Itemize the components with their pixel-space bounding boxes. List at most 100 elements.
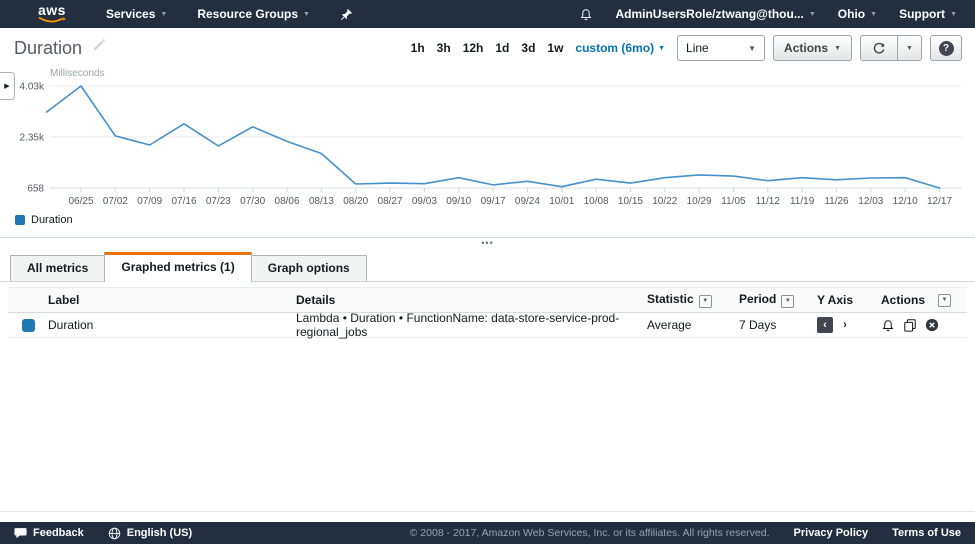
aws-logo[interactable]: aws <box>38 4 68 24</box>
duration-line-chart[interactable]: 4.03k2.35k658Milliseconds06/2507/0207/09… <box>0 66 975 211</box>
support-label: Support <box>899 7 945 21</box>
svg-text:10/29: 10/29 <box>687 196 712 207</box>
svg-text:07/02: 07/02 <box>103 196 128 207</box>
range-1h[interactable]: 1h <box>411 41 425 55</box>
chevron-down-icon: ▼ <box>160 11 167 18</box>
duplicate-metric-icon[interactable] <box>903 318 917 332</box>
svg-text:07/30: 07/30 <box>240 196 265 207</box>
tab-all-metrics[interactable]: All metrics <box>10 255 105 281</box>
graph-header-row: Duration 1h 3h 12h 1d 3d 1w custom (6mo)… <box>0 30 975 66</box>
svg-text:07/16: 07/16 <box>172 196 197 207</box>
create-alarm-bell-icon[interactable] <box>881 318 895 333</box>
chart-type-value: Line <box>686 41 709 55</box>
edit-all-period-icon[interactable]: ▼ <box>781 295 794 308</box>
metrics-tabbar: All metrics Graphed metrics (1) Graph op… <box>0 253 975 282</box>
column-actions: Actions ▼ <box>881 293 967 307</box>
edit-all-actions-icon[interactable]: ▼ <box>938 294 951 307</box>
chevron-down-icon: ▼ <box>303 11 310 18</box>
svg-text:Milliseconds: Milliseconds <box>50 68 104 79</box>
refresh-options-button[interactable]: ▼ <box>898 35 922 61</box>
chart-type-select[interactable]: Line ▼ <box>677 35 765 61</box>
services-label: Services <box>106 7 155 21</box>
range-1d[interactable]: 1d <box>495 41 509 55</box>
tab-graph-options[interactable]: Graph options <box>251 255 367 281</box>
chevron-down-icon: ▼ <box>906 45 913 52</box>
edit-all-statistic-icon[interactable]: ▼ <box>699 295 712 308</box>
column-label: Label <box>48 293 296 307</box>
privacy-policy-link[interactable]: Privacy Policy <box>794 527 869 539</box>
language-label: English (US) <box>127 527 192 539</box>
chevron-down-icon: ▼ <box>748 44 756 53</box>
pinned-shortcut-icon[interactable] <box>340 8 353 21</box>
table-header-row: Label Details Statistic▼ Period▼ Y Axis … <box>8 287 967 313</box>
notifications-bell-icon[interactable] <box>579 7 593 22</box>
svg-text:09/03: 09/03 <box>412 196 437 207</box>
language-selector[interactable]: English (US) <box>108 527 192 540</box>
chart-legend[interactable]: Duration <box>15 214 73 226</box>
refresh-icon <box>872 41 886 55</box>
svg-text:12/10: 12/10 <box>893 196 918 207</box>
tab-graphed-metrics[interactable]: Graphed metrics (1) <box>104 252 251 282</box>
remove-metric-icon[interactable] <box>925 318 939 332</box>
column-y-axis: Y Axis <box>817 293 881 307</box>
graphed-metrics-panel: Label Details Statistic▼ Period▼ Y Axis … <box>0 282 975 512</box>
svg-text:4.03k: 4.03k <box>20 82 45 93</box>
chevron-down-icon: ▼ <box>834 45 841 52</box>
edit-title-pencil-icon[interactable] <box>92 39 105 57</box>
feedback-label: Feedback <box>33 527 84 539</box>
column-period-label: Period <box>739 292 776 306</box>
svg-text:10/01: 10/01 <box>549 196 574 207</box>
account-label: AdminUsersRole/ztwang@thou... <box>615 7 803 21</box>
cloudwatch-metrics-page: aws Services ▼ Resource Groups ▼ <box>0 0 975 544</box>
metric-details-cell: Lambda • Duration • FunctionName: data-s… <box>296 311 647 339</box>
graph-title: Duration <box>14 38 82 59</box>
svg-text:10/08: 10/08 <box>584 196 609 207</box>
range-1w[interactable]: 1w <box>547 41 563 55</box>
refresh-button[interactable] <box>860 35 898 61</box>
range-3d[interactable]: 3d <box>521 41 535 55</box>
metric-label-cell: Duration <box>48 318 296 332</box>
custom-range-dropdown[interactable]: custom (6mo) ▼ <box>575 41 665 55</box>
actions-button[interactable]: Actions ▼ <box>773 35 852 61</box>
metric-period-cell[interactable]: 7 Days <box>739 318 817 332</box>
page-footer: Feedback English (US) © 2008 - 2017, Ama… <box>0 522 975 544</box>
row-checkbox-cell <box>8 319 48 332</box>
chevron-down-icon: ▼ <box>809 11 816 18</box>
svg-text:12/03: 12/03 <box>858 196 883 207</box>
time-range-links: 1h 3h 12h 1d 3d 1w custom (6mo) ▼ <box>411 41 665 55</box>
svg-text:11/19: 11/19 <box>790 196 815 207</box>
chevron-down-icon: ▼ <box>870 11 877 18</box>
svg-text:07/23: 07/23 <box>206 196 231 207</box>
legend-color-swatch <box>15 215 25 225</box>
svg-text:09/24: 09/24 <box>515 196 540 207</box>
top-nav-right: AdminUsersRole/ztwang@thou... ▼ Ohio ▼ S… <box>579 7 957 22</box>
region-menu[interactable]: Ohio ▼ <box>838 7 877 21</box>
column-details: Details <box>296 293 647 307</box>
svg-text:09/10: 09/10 <box>446 196 471 207</box>
feedback-button[interactable]: Feedback <box>14 527 84 539</box>
copyright-text: © 2008 - 2017, Amazon Web Services, Inc.… <box>410 527 770 539</box>
column-statistic-label: Statistic <box>647 292 694 306</box>
y-axis-left-button[interactable]: ‹ <box>817 317 833 333</box>
support-menu[interactable]: Support ▼ <box>899 7 957 21</box>
range-3h[interactable]: 3h <box>437 41 451 55</box>
legend-label: Duration <box>31 214 73 226</box>
resource-groups-menu[interactable]: Resource Groups ▼ <box>197 7 310 21</box>
services-menu[interactable]: Services ▼ <box>106 7 167 21</box>
column-actions-label: Actions <box>881 293 925 307</box>
region-label: Ohio <box>838 7 865 21</box>
help-button[interactable]: ? <box>930 35 962 61</box>
resize-drag-handle[interactable]: ••• <box>481 239 493 248</box>
svg-text:2.35k: 2.35k <box>20 132 45 143</box>
metric-color-checkbox[interactable] <box>22 319 35 332</box>
y-axis-right-button[interactable]: › <box>837 317 853 333</box>
aws-smile-icon <box>38 16 66 25</box>
account-menu[interactable]: AdminUsersRole/ztwang@thou... ▼ <box>615 7 815 21</box>
refresh-split-button: ▼ <box>860 35 922 61</box>
range-12h[interactable]: 12h <box>463 41 484 55</box>
metric-statistic-cell[interactable]: Average <box>647 318 739 332</box>
terms-of-use-link[interactable]: Terms of Use <box>892 527 961 539</box>
svg-text:06/25: 06/25 <box>68 196 93 207</box>
column-statistic: Statistic ▼ <box>647 292 739 308</box>
aws-logo-text: aws <box>38 4 68 16</box>
